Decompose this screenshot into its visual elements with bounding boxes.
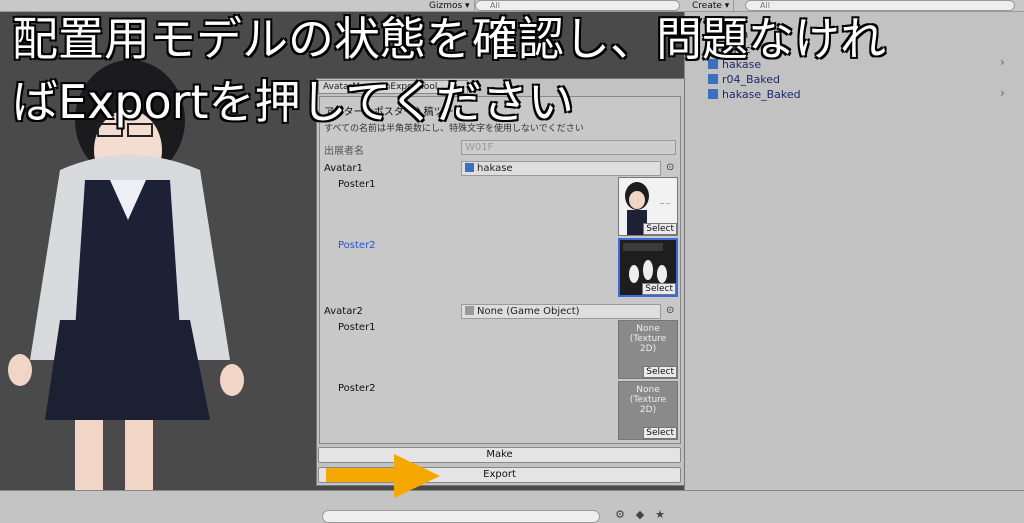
arrow-annotation-shaft	[326, 468, 402, 482]
scene-search-input[interactable]: All	[475, 0, 680, 11]
exhibitor-name-field[interactable]: W01F	[461, 140, 676, 155]
avatar2-poster1-label: Poster1	[338, 322, 376, 333]
gizmos-dropdown[interactable]: Gizmos ▾	[425, 0, 475, 12]
create-dropdown[interactable]: Create ▾	[688, 0, 735, 12]
object-picker-icon[interactable]: ⊙	[666, 305, 674, 316]
select-button[interactable]: Select	[642, 283, 676, 295]
svg-text:~~: ~~	[659, 200, 671, 208]
chevron-right-icon[interactable]: ›	[1000, 55, 1005, 69]
object-picker-icon[interactable]: ⊙	[666, 162, 674, 173]
select-button[interactable]: Select	[643, 223, 677, 235]
avatar2-label: Avatar2	[324, 306, 363, 317]
avatar1-poster1-thumbnail[interactable]: ~~ Select	[618, 177, 678, 236]
gameobject-icon	[708, 74, 718, 84]
hierarchy-search-input[interactable]: All	[745, 0, 1015, 11]
avatar2-poster2-label: Poster2	[338, 383, 376, 394]
make-button[interactable]: Make	[318, 447, 681, 463]
avatar2-poster1-thumbnail[interactable]: None (Texture 2D) Select	[618, 320, 678, 379]
project-search-input[interactable]	[322, 510, 600, 523]
select-button[interactable]: Select	[643, 427, 677, 439]
arrow-annotation-head	[394, 454, 440, 498]
avatar2-poster2-thumbnail[interactable]: None (Texture 2D) Select	[618, 381, 678, 440]
chevron-right-icon[interactable]: ›	[1000, 86, 1005, 100]
avatar1-poster1-label: Poster1	[338, 179, 376, 190]
tag-icon[interactable]: ◆	[632, 508, 648, 522]
gameobject-icon	[465, 163, 474, 172]
avatar1-poster2-label: Poster2	[338, 240, 376, 251]
select-button[interactable]: Select	[643, 366, 677, 378]
gameobject-icon	[465, 306, 474, 315]
hierarchy-item-hakase-baked[interactable]: hakase_Baked	[708, 87, 801, 102]
hierarchy-item-r04-baked[interactable]: r04_Baked	[708, 72, 780, 87]
avatar2-object-field[interactable]: None (Game Object)	[461, 304, 661, 319]
exhibitor-label: 出展者名	[324, 146, 364, 157]
avatar1-label: Avatar1	[324, 163, 363, 174]
none-texture-text: None (Texture 2D)	[629, 385, 667, 415]
instruction-caption-line2: ばExportを押してください	[11, 75, 575, 129]
star-icon[interactable]: ★	[652, 508, 668, 522]
none-texture-text: None (Texture 2D)	[629, 324, 667, 354]
filter-icon[interactable]: ⚙	[612, 508, 628, 522]
avatar1-poster2-thumbnail[interactable]: Select	[618, 238, 678, 297]
gameobject-icon	[708, 89, 718, 99]
instruction-caption-line1: 配置用モデルの状態を確認し、問題なけれ	[11, 12, 887, 66]
avatar1-object-field[interactable]: hakase	[461, 161, 661, 176]
